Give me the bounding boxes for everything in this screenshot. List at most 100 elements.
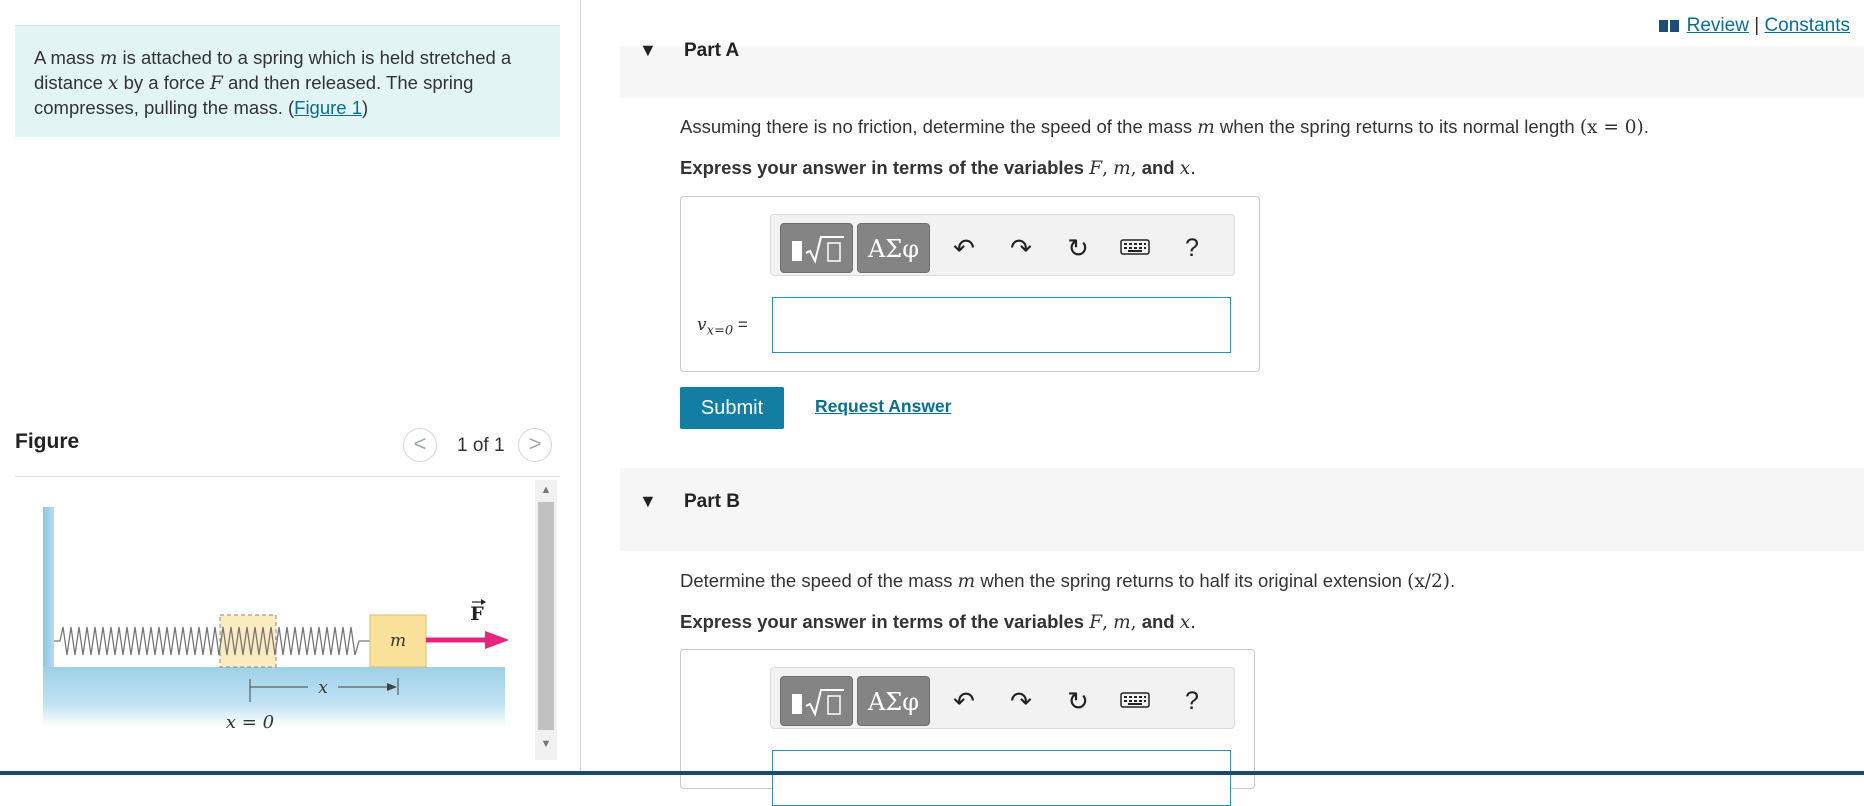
redo-icon[interactable]: ↷ bbox=[1004, 686, 1038, 716]
comma: , bbox=[1102, 612, 1108, 633]
keyboard-icon[interactable] bbox=[1118, 686, 1152, 716]
part-a-header[interactable]: ▼ Part A bbox=[620, 40, 1864, 98]
question-text: Determine the speed of the mass bbox=[680, 570, 958, 591]
part-a-question: Assuming there is no friction, determine… bbox=[680, 116, 1649, 138]
math-m: m bbox=[1197, 117, 1215, 138]
constants-link[interactable]: Constants bbox=[1764, 15, 1850, 36]
template-radical-icon bbox=[791, 689, 844, 717]
part-b-header[interactable]: ▼ Part B bbox=[620, 468, 1864, 551]
instruction-text: and bbox=[1141, 611, 1175, 632]
question-text: when the spring returns to half its orig… bbox=[975, 570, 1408, 591]
math-F: F bbox=[210, 73, 223, 94]
comma: , bbox=[1130, 158, 1137, 179]
scroll-down-arrow-icon[interactable]: ▼ bbox=[535, 738, 557, 750]
collapse-caret-icon[interactable]: ▼ bbox=[639, 491, 657, 512]
problem-text: by a force bbox=[118, 72, 210, 93]
part-a-title: Part A bbox=[684, 40, 740, 61]
question-text: . bbox=[1449, 570, 1456, 591]
greek-letters-button[interactable]: ΑΣφ bbox=[857, 223, 930, 273]
template-radical-icon bbox=[791, 236, 844, 264]
math-toolbar: ΑΣφ ↶ ↷ ↻ ? bbox=[770, 214, 1235, 276]
mass-label: m bbox=[390, 631, 406, 651]
part-a-answer-input[interactable] bbox=[772, 297, 1231, 353]
instruction-text: Express your answer in terms of the vari… bbox=[680, 157, 1090, 178]
reset-icon[interactable]: ↻ bbox=[1061, 233, 1095, 263]
part-b-question: Determine the speed of the mass m when t… bbox=[680, 570, 1455, 592]
equals-sign: = bbox=[737, 315, 748, 334]
templates-button[interactable] bbox=[780, 676, 853, 726]
math-subscript: x=0 bbox=[706, 323, 734, 339]
math-x: x bbox=[108, 73, 119, 94]
submit-button[interactable]: Submit bbox=[680, 387, 784, 429]
part-b-title: Part B bbox=[684, 491, 740, 512]
figure-header: Figure < 1 of 1 > bbox=[15, 426, 560, 477]
math-x: x bbox=[1179, 158, 1191, 179]
problem-text: A mass bbox=[34, 47, 100, 68]
greek-label: ΑΣφ bbox=[867, 235, 920, 263]
question-text: when the spring returns to its normal le… bbox=[1214, 116, 1580, 137]
top-links: Review | Constants bbox=[1659, 15, 1850, 37]
templates-button[interactable] bbox=[780, 223, 853, 273]
scrollbar-thumb[interactable] bbox=[538, 502, 554, 730]
part-b-instruction: Express your answer in terms of the vari… bbox=[680, 611, 1196, 633]
part-b-answer-box: ΑΣφ ↶ ↷ ↻ ? bbox=[680, 649, 1255, 806]
chevron-left-icon: < bbox=[413, 431, 427, 456]
spring bbox=[54, 626, 370, 656]
problem-statement: A mass m is attached to a spring which i… bbox=[15, 25, 560, 137]
math-F: F bbox=[1089, 612, 1103, 633]
undo-icon[interactable]: ↶ bbox=[947, 686, 981, 716]
part-a-instruction: Express your answer in terms of the vari… bbox=[680, 157, 1196, 179]
instruction-text: Express your answer in terms of the vari… bbox=[680, 611, 1090, 632]
next-figure-button[interactable]: > bbox=[518, 428, 552, 462]
problem-text: ) bbox=[362, 97, 369, 118]
question-text: . bbox=[1643, 116, 1649, 137]
origin-label: x = 0 bbox=[226, 712, 274, 733]
right-panel: Review | Constants ▼ Part A Assuming the… bbox=[581, 0, 1864, 806]
spring-mass-figure: m F x x = 0 bbox=[43, 507, 509, 733]
greek-letters-button[interactable]: ΑΣφ bbox=[857, 676, 930, 726]
part-a-answer-box: ΑΣφ ↶ ↷ ↻ ? vx=0 = bbox=[680, 196, 1260, 372]
review-link[interactable]: Review bbox=[1687, 15, 1749, 36]
force-label: F bbox=[470, 603, 484, 625]
math-m: m bbox=[1113, 612, 1131, 633]
math-x: x bbox=[1179, 612, 1191, 633]
period: . bbox=[1190, 612, 1197, 633]
request-answer-link[interactable]: Request Answer bbox=[815, 396, 951, 417]
redo-icon[interactable]: ↷ bbox=[1004, 233, 1038, 263]
comma: , bbox=[1130, 612, 1137, 633]
figure-scrollbar[interactable]: ▲ ▼ bbox=[535, 480, 557, 760]
book-icon bbox=[1659, 20, 1680, 32]
keyboard-icon[interactable] bbox=[1118, 233, 1152, 263]
instruction-text: and bbox=[1141, 157, 1175, 178]
help-button[interactable]: ? bbox=[1175, 686, 1209, 716]
undo-icon[interactable]: ↶ bbox=[947, 233, 981, 263]
math-m: m bbox=[957, 571, 976, 592]
x-label: x bbox=[318, 678, 328, 698]
period: . bbox=[1190, 158, 1197, 179]
math-toolbar: ΑΣφ ↶ ↷ ↻ ? bbox=[770, 667, 1235, 729]
figure-counter: 1 of 1 bbox=[457, 435, 505, 456]
reset-icon[interactable]: ↻ bbox=[1061, 686, 1095, 716]
math-condition: (x = 0) bbox=[1579, 117, 1644, 138]
previous-figure-button[interactable]: < bbox=[403, 428, 437, 462]
scroll-up-arrow-icon[interactable]: ▲ bbox=[535, 484, 557, 496]
collapse-caret-icon[interactable]: ▼ bbox=[639, 40, 657, 61]
link-separator: | bbox=[1754, 15, 1760, 36]
force-arrowhead bbox=[485, 631, 509, 649]
greek-label: ΑΣφ bbox=[867, 688, 920, 716]
help-button[interactable]: ? bbox=[1175, 233, 1209, 263]
answer-variable-label: vx=0 = bbox=[697, 315, 748, 338]
math-m: m bbox=[99, 48, 118, 69]
figure-title: Figure bbox=[15, 430, 80, 453]
bottom-bar bbox=[0, 771, 1864, 775]
part-b-answer-input[interactable] bbox=[772, 750, 1231, 806]
math-m: m bbox=[1113, 158, 1131, 179]
chevron-right-icon: > bbox=[528, 431, 542, 456]
math-v: v bbox=[697, 315, 707, 335]
math-condition: (x/2) bbox=[1407, 571, 1450, 592]
comma: , bbox=[1102, 158, 1108, 179]
math-F: F bbox=[1089, 158, 1103, 179]
figure-link[interactable]: Figure 1 bbox=[294, 97, 362, 118]
question-text: Assuming there is no friction, determine… bbox=[680, 116, 1198, 137]
left-panel: A mass m is attached to a spring which i… bbox=[0, 0, 580, 775]
